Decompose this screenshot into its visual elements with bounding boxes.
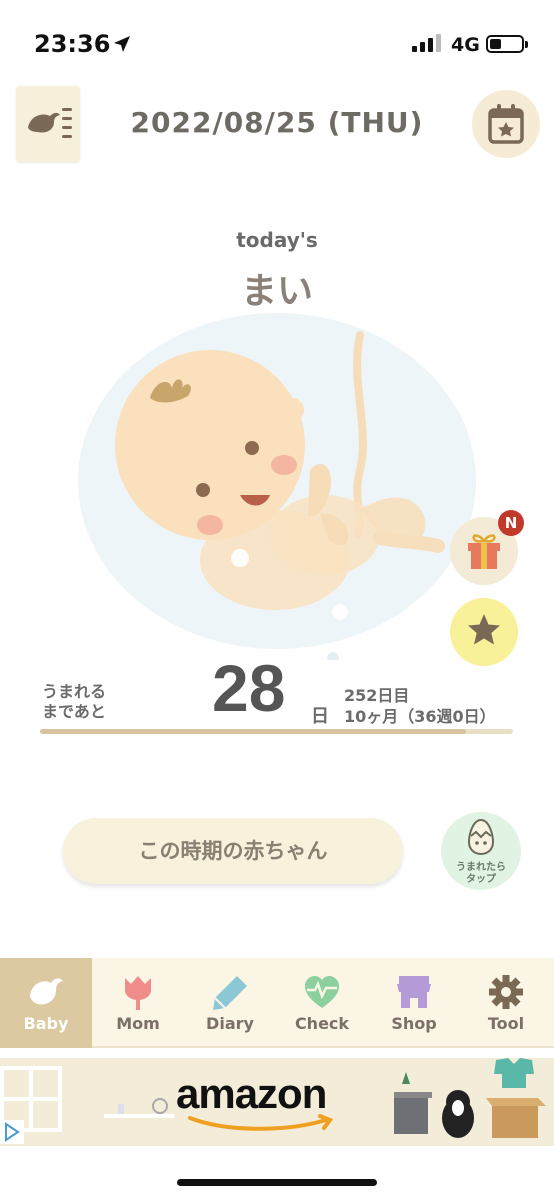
pregnancy-progress-bar — [40, 729, 513, 734]
tab-label: Baby — [23, 1014, 69, 1033]
bird-icon — [30, 978, 63, 1005]
calendar-icon — [488, 104, 524, 144]
tab-label: Shop — [391, 1014, 437, 1033]
tab-tool[interactable]: Tool — [460, 958, 552, 1048]
pencil-icon — [213, 976, 247, 1010]
current-date: 2022/08/25 (THU) — [130, 106, 424, 139]
until-line1: うまれる — [42, 682, 107, 701]
born-line2: タップ — [466, 874, 496, 885]
days-unit: 日 — [311, 706, 329, 727]
amazon-smile-icon — [188, 1114, 334, 1131]
pregnancy-week-count: 10ヶ月（36週0日） — [344, 707, 496, 726]
calendar-button[interactable] — [472, 90, 540, 158]
amazon-logo: amazon — [176, 1070, 327, 1117]
tab-check[interactable]: Check — [276, 958, 368, 1048]
new-badge: N — [498, 510, 524, 536]
ad-banner[interactable]: amazon — [0, 1058, 554, 1146]
favorite-button[interactable] — [450, 598, 518, 666]
baby-name: まい — [240, 271, 313, 312]
gear-icon — [489, 975, 523, 1009]
baby-this-period-button[interactable]: この時期の赤ちゃん — [63, 818, 403, 884]
home-indicator — [177, 1179, 377, 1186]
days-remaining: 28 — [212, 651, 286, 725]
tab-label: Tool — [487, 1014, 525, 1033]
tab-baby[interactable]: Baby — [0, 958, 92, 1048]
battery-icon — [486, 35, 528, 53]
shop-icon — [397, 976, 431, 1008]
shelf-decoration — [104, 1098, 174, 1118]
network-type: 4G — [451, 34, 480, 56]
tab-diary[interactable]: Diary — [184, 958, 276, 1048]
dog-and-box-decoration — [394, 1058, 546, 1138]
until-line2: まであと — [42, 702, 106, 721]
battery-level — [490, 39, 501, 49]
born-tap-button[interactable]: うまれたら タップ — [441, 812, 521, 890]
signal-bars-icon — [412, 34, 442, 56]
star-icon — [468, 614, 500, 645]
tulip-icon — [125, 976, 151, 1010]
bottom-tab-bar: Baby Mom Diary Check Shop Tool — [0, 958, 554, 1048]
fetus-illustration — [115, 331, 445, 660]
tab-label: Mom — [116, 1014, 160, 1033]
heart-pulse-icon — [305, 976, 339, 1008]
egg-icon — [467, 818, 495, 856]
location-arrow-icon — [112, 34, 132, 58]
ad-choices-icon[interactable] — [0, 1120, 24, 1144]
until-birth-label: うまれる まであと — [42, 682, 106, 722]
gift-icon — [468, 534, 500, 569]
progress-fill — [40, 729, 466, 734]
status-bar: 23:36 4G — [0, 0, 554, 80]
todays-label: today's — [236, 228, 318, 252]
tab-mom[interactable]: Mom — [92, 958, 184, 1048]
tab-label: Diary — [206, 1014, 254, 1033]
status-time: 23:36 — [34, 30, 111, 58]
tab-label: Check — [294, 1014, 350, 1033]
tab-shop[interactable]: Shop — [368, 958, 460, 1048]
